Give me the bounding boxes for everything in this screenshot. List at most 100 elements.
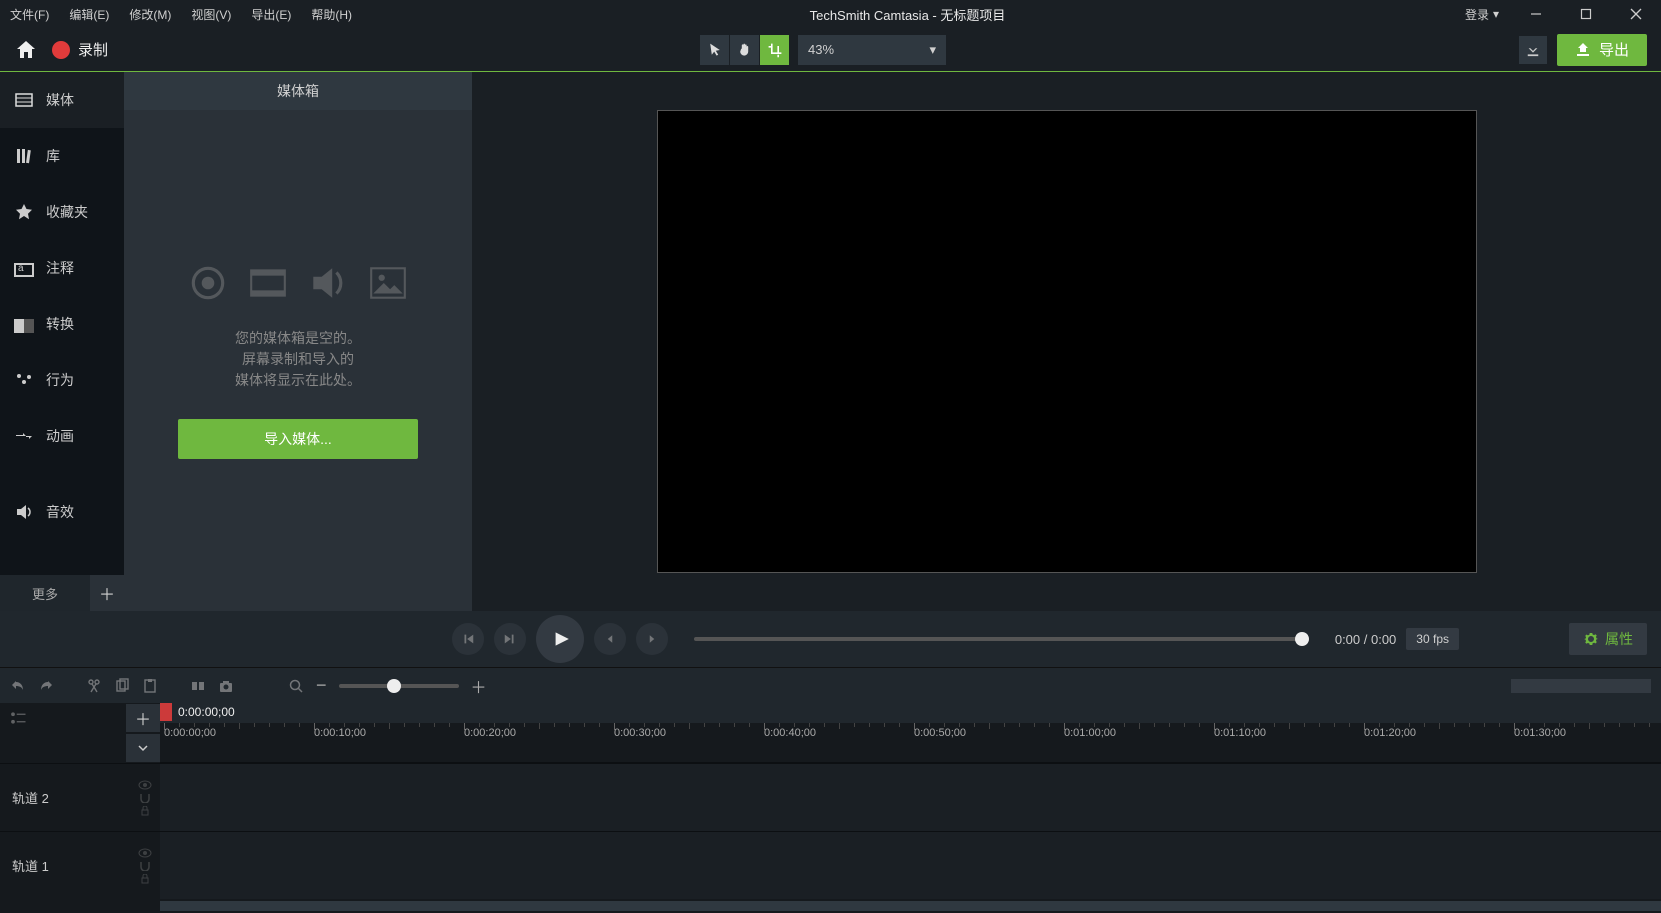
- record-label: 录制: [78, 39, 108, 60]
- next-frame-button[interactable]: [494, 623, 526, 655]
- ruler-tick: 0:01:30;00: [1514, 727, 1566, 739]
- magnet-icon[interactable]: [138, 793, 152, 803]
- redo-button[interactable]: [38, 678, 54, 694]
- tab-library[interactable]: 库: [0, 128, 124, 184]
- eye-icon[interactable]: [138, 848, 152, 858]
- timeline-hscroll[interactable]: [160, 899, 1661, 913]
- audio-icon: [14, 502, 34, 522]
- next-clip-button[interactable]: [636, 623, 668, 655]
- hscroll-thumb[interactable]: [160, 901, 1661, 911]
- menu-view[interactable]: 视图(V): [181, 6, 241, 23]
- tab-favorites[interactable]: 收藏夹: [0, 184, 124, 240]
- export-button[interactable]: 导出: [1557, 34, 1647, 66]
- track-lane-2[interactable]: [160, 763, 1661, 831]
- media-bin-title: 媒体箱: [124, 72, 472, 110]
- tab-behaviors[interactable]: 行为: [0, 352, 124, 408]
- properties-label: 属性: [1605, 629, 1633, 649]
- home-button[interactable]: [14, 38, 38, 62]
- playhead[interactable]: 0:00:00;00: [160, 703, 235, 721]
- star-icon: [14, 202, 34, 222]
- menu-file[interactable]: 文件(F): [0, 6, 59, 23]
- ruler-tick: 0:01:00;00: [1064, 727, 1116, 739]
- caret-down-icon: ▾: [1493, 7, 1499, 21]
- ruler-tick: 0:00:20;00: [464, 727, 516, 739]
- ruler-tick: 0:01:20;00: [1364, 727, 1416, 739]
- minimize-button[interactable]: [1511, 0, 1561, 28]
- tab-annotations[interactable]: a注释: [0, 240, 124, 296]
- more-button[interactable]: 更多: [0, 575, 90, 611]
- zoom-out-button[interactable]: −: [316, 675, 327, 696]
- menu-edit[interactable]: 编辑(E): [59, 6, 119, 23]
- media-empty-text: 您的媒体箱是空的。 屏幕录制和导入的 媒体将显示在此处。: [235, 328, 361, 391]
- close-button[interactable]: [1611, 0, 1661, 28]
- behavior-icon: [14, 370, 34, 390]
- lock-icon[interactable]: [138, 806, 152, 816]
- undo-button[interactable]: [10, 678, 26, 694]
- timeline-minimap[interactable]: [1511, 679, 1651, 693]
- magnet-icon[interactable]: [138, 861, 152, 871]
- eye-icon[interactable]: [138, 780, 152, 790]
- playback-scrubber[interactable]: [694, 637, 1309, 641]
- crop-tool[interactable]: [760, 35, 790, 65]
- ruler-tick: 0:00:00;00: [164, 727, 216, 739]
- track-lane-1[interactable]: [160, 831, 1661, 899]
- track-header-1[interactable]: 轨道 1: [0, 831, 160, 899]
- record-icon: [52, 41, 70, 59]
- caret-down-icon: ▾: [929, 42, 936, 58]
- ruler-tick: 0:00:50;00: [914, 727, 966, 739]
- playhead-marker-icon: [160, 703, 172, 721]
- track-header-2[interactable]: 轨道 2: [0, 763, 160, 831]
- ruler-tick: 0:01:10;00: [1214, 727, 1266, 739]
- annotation-icon: a: [14, 263, 34, 277]
- add-tab-button[interactable]: ＋: [90, 575, 124, 611]
- maximize-button[interactable]: [1561, 0, 1611, 28]
- track-settings-icon[interactable]: [8, 708, 28, 728]
- image-type-icon: [367, 262, 409, 304]
- zoom-in-button[interactable]: ＋: [471, 674, 487, 698]
- prev-frame-button[interactable]: [452, 623, 484, 655]
- record-button[interactable]: 录制: [52, 39, 108, 60]
- tab-media[interactable]: 媒体: [0, 72, 124, 128]
- scrubber-knob[interactable]: [1295, 632, 1309, 646]
- collapse-tracks-button[interactable]: [126, 734, 160, 762]
- record-type-icon: [187, 262, 229, 304]
- snapshot-button[interactable]: [218, 678, 234, 694]
- zoom-dropdown[interactable]: 43% ▾: [798, 35, 946, 65]
- preview-canvas[interactable]: [657, 110, 1477, 573]
- timeline-ruler[interactable]: 0:00:00;000:00:10;000:00:20;000:00:30;00…: [160, 723, 1661, 763]
- search-icon[interactable]: [288, 678, 304, 694]
- copy-button[interactable]: [114, 678, 130, 694]
- prev-clip-button[interactable]: [594, 623, 626, 655]
- import-media-button[interactable]: 导入媒体...: [178, 419, 418, 459]
- timeline-zoom-slider[interactable]: [339, 684, 459, 688]
- login-label: 登录: [1465, 6, 1489, 23]
- fps-display[interactable]: 30 fps: [1406, 628, 1459, 650]
- tab-animations[interactable]: 动画: [0, 408, 124, 464]
- lock-icon[interactable]: [138, 874, 152, 884]
- media-icon: [14, 90, 34, 110]
- properties-button[interactable]: 属性: [1569, 623, 1647, 655]
- menu-bar: 文件(F) 编辑(E) 修改(M) 视图(V) 导出(E) 帮助(H): [0, 6, 362, 23]
- ruler-tick: 0:00:30;00: [614, 727, 666, 739]
- hand-tool[interactable]: [730, 35, 760, 65]
- split-button[interactable]: [190, 678, 206, 694]
- gear-icon: [1583, 631, 1599, 647]
- tab-audio-effects[interactable]: 音效: [0, 484, 124, 540]
- menu-export[interactable]: 导出(E): [241, 6, 301, 23]
- animation-icon: [14, 426, 34, 446]
- cursor-tool[interactable]: [700, 35, 730, 65]
- paste-button[interactable]: [142, 678, 158, 694]
- tab-transitions[interactable]: 转换: [0, 296, 124, 352]
- login-button[interactable]: 登录 ▾: [1453, 6, 1511, 23]
- export-label: 导出: [1599, 39, 1629, 60]
- menu-modify[interactable]: 修改(M): [119, 6, 181, 23]
- menu-help[interactable]: 帮助(H): [301, 6, 362, 23]
- download-button[interactable]: [1519, 36, 1547, 64]
- play-button[interactable]: [536, 615, 584, 663]
- add-track-button[interactable]: ＋: [126, 704, 160, 732]
- cut-button[interactable]: [86, 678, 102, 694]
- zoom-knob[interactable]: [387, 679, 401, 693]
- transition-icon: [14, 319, 34, 333]
- ruler-tick: 0:00:40;00: [764, 727, 816, 739]
- timeline-toolbar: − ＋: [0, 667, 1661, 703]
